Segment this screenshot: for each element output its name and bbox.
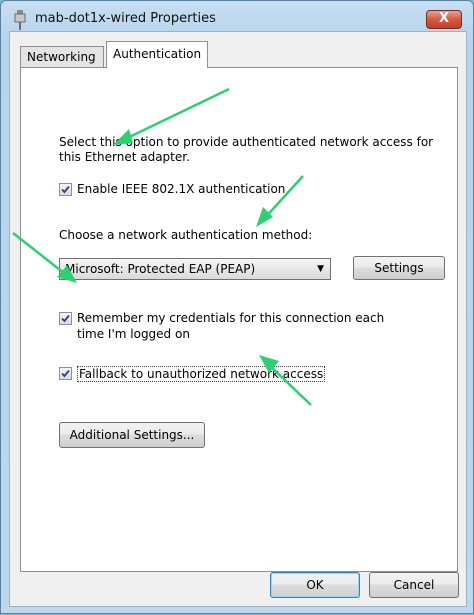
additional-settings-button-label: Additional Settings... [69,428,195,442]
auth-method-label: Choose a network authentication method: [59,228,313,242]
close-icon: X [438,11,450,26]
tab-networking[interactable]: Networking [20,46,104,68]
settings-button-label: Settings [374,261,424,275]
checkmark-icon [61,185,70,194]
auth-method-value: Microsoft: Protected EAP (PEAP) [65,262,256,276]
network-adapter-icon [14,10,26,30]
remember-credentials-label-line1[interactable]: Remember my credentials for this connect… [77,311,384,325]
dialog-body: Networking Authentication Select this op… [9,31,467,607]
authentication-panel: Select this option to provide authentica… [20,67,458,572]
ok-button-label: OK [306,578,324,592]
fallback-unauthorized-checkbox[interactable] [59,367,72,380]
remember-credentials-label-line2[interactable]: time I'm logged on [77,327,190,341]
window-title: mab-dot1x-wired Properties [35,11,216,26]
cancel-button-label: Cancel [393,578,435,592]
tab-networking-label: Networking [27,50,96,64]
ok-button[interactable]: OK [270,572,360,598]
cancel-button[interactable]: Cancel [369,572,459,598]
checkmark-icon [61,369,70,378]
tab-authentication-label: Authentication [113,47,202,61]
dropdown-arrow-icon: ▼ [317,264,324,274]
enable-8021x-checkbox[interactable] [59,183,72,196]
intro-text-line2: this Ethernet adapter. [59,150,190,164]
close-button[interactable]: X [426,10,462,29]
properties-window: mab-dot1x-wired Properties X Networking … [0,0,474,614]
intro-text-line1: Select this option to provide authentica… [59,135,434,149]
tab-authentication[interactable]: Authentication [106,41,208,68]
settings-button[interactable]: Settings [353,256,445,280]
enable-8021x-label[interactable]: Enable IEEE 802.1X authentication [77,182,285,196]
additional-settings-button[interactable]: Additional Settings... [59,422,205,448]
checkmark-icon [61,314,70,323]
remember-credentials-checkbox[interactable] [59,312,72,325]
fallback-unauthorized-label[interactable]: Fallback to unauthorized network access [77,366,326,382]
auth-method-select[interactable]: Microsoft: Protected EAP (PEAP) ▼ [59,258,331,280]
